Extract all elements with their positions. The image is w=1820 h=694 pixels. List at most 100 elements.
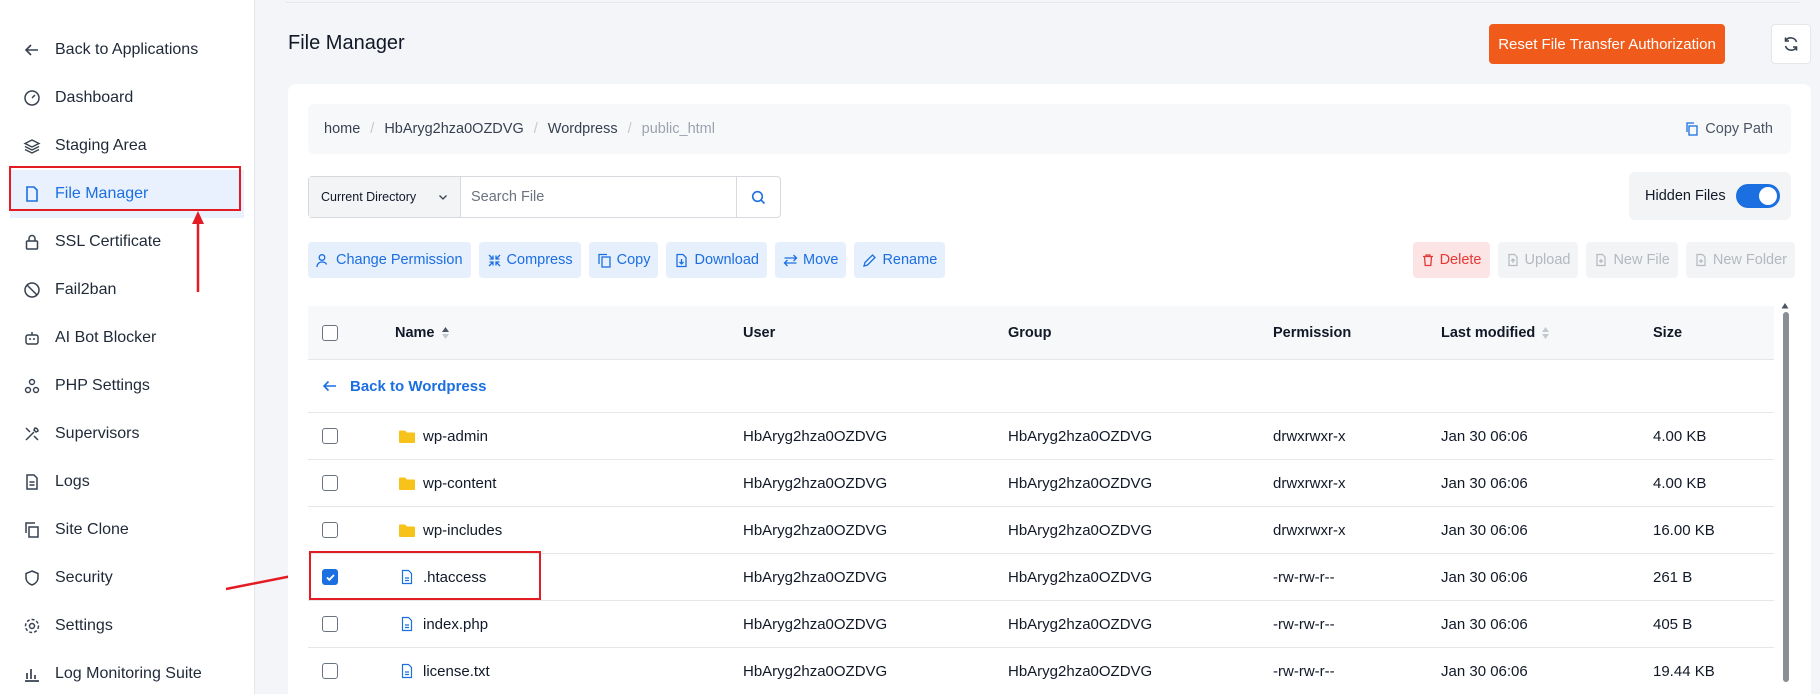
sidebar-item-label: SSL Certificate	[55, 233, 162, 250]
sidebar-item-label: Log Monitoring Suite	[55, 665, 202, 682]
compress-icon	[488, 254, 501, 266]
row-checkbox[interactable]	[322, 616, 338, 632]
table-row[interactable]: license.txt HbAryg2hza0OZDVG HbAryg2hza0…	[308, 648, 1774, 694]
row-checkbox[interactable]	[322, 522, 338, 538]
shield-icon	[22, 568, 42, 588]
sidebar-item-php-settings[interactable]: PHP Settings	[0, 362, 254, 410]
row-checkbox[interactable]	[322, 428, 338, 444]
file-user: HbAryg2hza0OZDVG	[743, 615, 888, 633]
upload-button[interactable]: Upload	[1497, 242, 1579, 278]
file-name[interactable]: index.php	[423, 616, 488, 633]
sidebar-item-label: AI Bot Blocker	[55, 329, 157, 346]
search-scope-select[interactable]: Current Directory	[309, 177, 461, 217]
download-button[interactable]: Download	[666, 242, 767, 278]
search-scope-value: Current Directory	[321, 190, 417, 204]
sidebar-item-site-clone[interactable]: Site Clone	[0, 506, 254, 554]
arrow-left-icon	[322, 380, 336, 392]
delete-button[interactable]: Delete	[1412, 242, 1490, 278]
sidebar-item-back-to-applications[interactable]: Back to Applications	[0, 26, 254, 74]
compress-button[interactable]: Compress	[478, 242, 581, 278]
search-input[interactable]	[461, 177, 736, 217]
sidebar-item-settings[interactable]: Settings	[0, 602, 254, 650]
new-file-button[interactable]: New File	[1586, 242, 1678, 278]
user-key-icon	[316, 253, 328, 267]
sidebar-item-label: Back to Applications	[55, 41, 199, 58]
sidebar-item-ssl-certificate[interactable]: SSL Certificate	[0, 218, 254, 266]
sidebar-item-logs[interactable]: Logs	[0, 458, 254, 506]
sidebar-item-fail2ban[interactable]: Fail2ban	[0, 266, 254, 314]
scroll-up-arrow-icon[interactable]	[1781, 302, 1789, 310]
copy-button[interactable]: Copy	[588, 242, 659, 278]
file-permission: drwxrwxr-x	[1273, 521, 1346, 539]
sidebar-item-security[interactable]: Security	[0, 554, 254, 602]
arrow-left-icon	[22, 40, 42, 60]
select-all-checkbox[interactable]	[322, 324, 338, 341]
breadcrumb-item-wordpress[interactable]: Wordpress	[548, 121, 618, 137]
file-name[interactable]: wp-includes	[423, 522, 502, 539]
table-row[interactable]: index.php HbAryg2hza0OZDVG HbAryg2hza0OZ…	[308, 601, 1774, 648]
file-modified: Jan 30 06:06	[1441, 427, 1528, 445]
reset-file-transfer-authorization-button[interactable]: Reset File Transfer Authorization	[1489, 24, 1725, 64]
search-bar: Current Directory	[308, 176, 781, 218]
refresh-button[interactable]	[1771, 24, 1811, 64]
sidebar-item-label: Staging Area	[55, 137, 147, 154]
sidebar-item-file-manager[interactable]: File Manager	[10, 170, 244, 218]
hidden-files-control: Hidden Files	[1629, 172, 1791, 220]
move-button[interactable]: Move	[774, 242, 847, 278]
table-scrollbar-thumb[interactable]	[1783, 312, 1789, 682]
hidden-files-toggle[interactable]	[1735, 184, 1780, 208]
sidebar-item-staging-area[interactable]: Staging Area	[0, 122, 254, 170]
rename-button[interactable]: Rename	[854, 242, 946, 278]
sidebar-item-label: Site Clone	[55, 521, 129, 538]
copy-path-button[interactable]: Copy Path	[1685, 104, 1773, 154]
file-name[interactable]: license.txt	[423, 663, 490, 680]
sidebar-item-label: Dashboard	[55, 89, 134, 106]
table-row[interactable]: wp-includes HbAryg2hza0OZDVG HbAryg2hza0…	[308, 507, 1774, 554]
breadcrumb-item-user[interactable]: HbAryg2hza0OZDVG	[384, 121, 523, 137]
sidebar-item-label: Fail2ban	[55, 281, 117, 298]
column-header-size: Size	[1653, 324, 1683, 341]
file-icon	[395, 616, 419, 632]
sidebar-item-supervisors[interactable]: Supervisors	[0, 410, 254, 458]
file-name[interactable]: wp-content	[423, 475, 496, 492]
file-modified: Jan 30 06:06	[1441, 615, 1528, 633]
breadcrumb-item-current: public_html	[641, 121, 715, 137]
file-size: 16.00 KB	[1653, 521, 1715, 539]
column-header-name[interactable]: Name	[395, 325, 743, 341]
rename-label: Rename	[882, 252, 938, 268]
row-checkbox[interactable]	[322, 475, 338, 491]
download-label: Download	[694, 252, 759, 268]
column-header-permission: Permission	[1273, 324, 1352, 341]
breadcrumb-item-home[interactable]: home	[324, 121, 360, 137]
new-folder-button[interactable]: New Folder	[1685, 242, 1795, 278]
file-permission: -rw-rw-r--	[1273, 662, 1335, 680]
copy-icon	[1686, 122, 1698, 136]
table-row[interactable]: wp-admin HbAryg2hza0OZDVG HbAryg2hza0OZD…	[308, 413, 1774, 460]
row-checkbox-checked[interactable]	[322, 569, 338, 585]
column-header-last-modified[interactable]: Last modified	[1441, 325, 1653, 341]
file-create-toolbar: Delete Upload New File New Folder	[1412, 242, 1795, 278]
folder-icon	[395, 523, 419, 538]
main-content: File Manager Reset File Transfer Authori…	[256, 0, 1820, 694]
file-user: HbAryg2hza0OZDVG	[743, 521, 888, 539]
refresh-icon	[1784, 37, 1798, 51]
table-row[interactable]: .htaccess HbAryg2hza0OZDVG HbAryg2hza0OZ…	[308, 554, 1774, 601]
table-row[interactable]: wp-content HbAryg2hza0OZDVG HbAryg2hza0O…	[308, 460, 1774, 507]
file-name[interactable]: .htaccess	[423, 569, 486, 586]
sidebar-item-dashboard[interactable]: Dashboard	[0, 74, 254, 122]
new-folder-label: New Folder	[1712, 252, 1787, 268]
file-icon	[395, 663, 419, 679]
file-icon	[395, 569, 419, 585]
change-permission-label: Change Permission	[336, 252, 463, 268]
file-user: HbAryg2hza0OZDVG	[743, 474, 888, 492]
change-permission-button[interactable]: Change Permission	[308, 242, 471, 278]
sidebar-item-label: Security	[55, 569, 113, 586]
file-name[interactable]: wp-admin	[423, 428, 488, 445]
sidebar-item-log-monitoring-suite[interactable]: Log Monitoring Suite	[0, 650, 254, 694]
sidebar-item-ai-bot-blocker[interactable]: AI Bot Blocker	[0, 314, 254, 362]
breadcrumb-separator: /	[533, 121, 538, 137]
sidebar-item-label: Settings	[55, 617, 113, 634]
back-to-parent-link[interactable]: Back to Wordpress	[308, 360, 1774, 413]
search-button[interactable]	[736, 177, 780, 217]
row-checkbox[interactable]	[322, 663, 338, 679]
